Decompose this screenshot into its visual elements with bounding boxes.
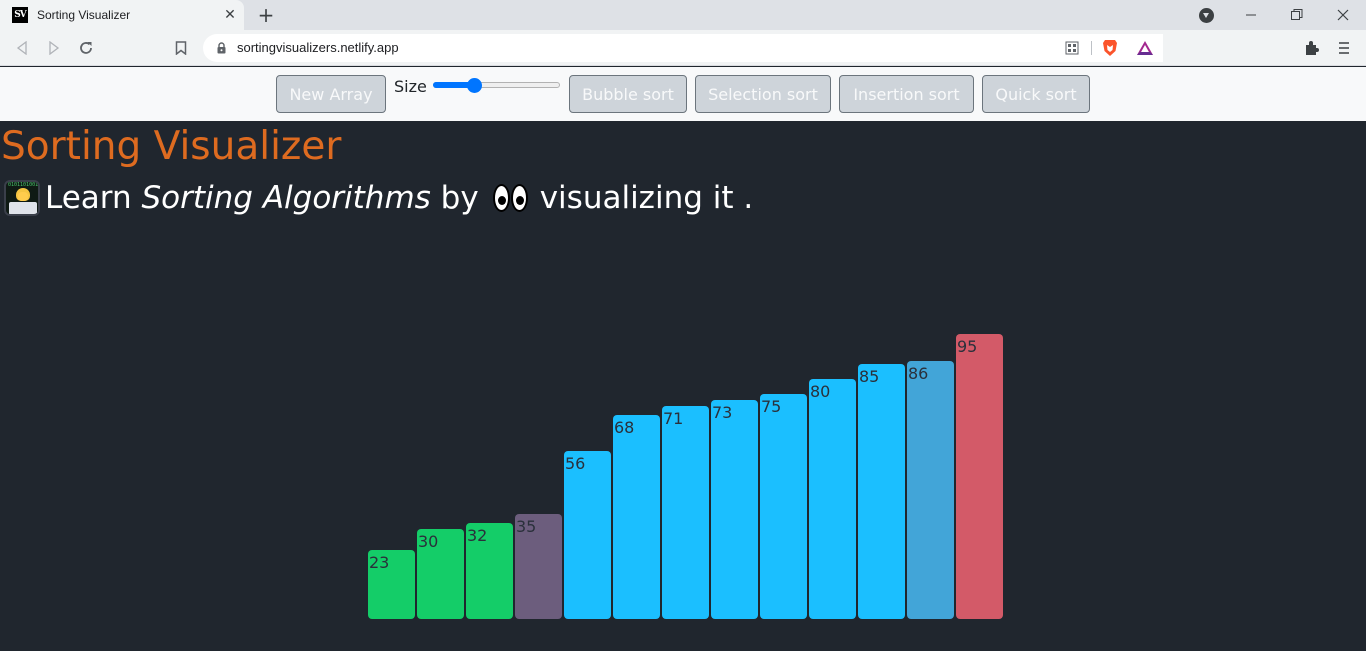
extensions-button[interactable] [1300, 36, 1324, 60]
site-favicon-icon: SV [12, 7, 28, 23]
bar-value-label: 35 [516, 517, 537, 536]
array-bar: 80 [809, 379, 856, 619]
lock-icon [217, 42, 226, 54]
array-bar: 86 [907, 361, 954, 619]
puzzle-icon [1306, 41, 1319, 55]
array-bar: 75 [760, 394, 807, 619]
minimize-icon [1246, 14, 1256, 16]
tab-search-icon[interactable] [1199, 8, 1214, 23]
array-bar: 95 [956, 334, 1003, 619]
array-bar: 71 [662, 406, 709, 619]
array-bar: 73 [711, 400, 758, 619]
address-bar[interactable]: sortingvisualizers.netlify.app [203, 34, 1163, 62]
tab-title: Sorting Visualizer [37, 8, 131, 22]
bar-value-label: 75 [761, 397, 782, 416]
close-icon [1337, 9, 1349, 21]
bar-value-label: 71 [663, 409, 684, 428]
bar-value-label: 68 [614, 418, 635, 437]
tab-close-icon[interactable]: ✕ [222, 7, 238, 23]
bar-value-label: 56 [565, 454, 586, 473]
menu-icon [1339, 42, 1349, 54]
reload-icon [80, 42, 92, 54]
bar-value-label: 30 [418, 532, 439, 551]
array-bar: 35 [515, 514, 562, 619]
menu-button[interactable] [1332, 36, 1356, 60]
reload-button[interactable] [74, 36, 98, 60]
back-button[interactable] [10, 36, 34, 60]
array-bar: 68 [613, 415, 660, 619]
array-bars-chart: 23 30 32 35 56 68 71 73 75 80 85 86 95 [0, 67, 1366, 651]
back-icon [16, 41, 27, 55]
array-bar: 32 [466, 523, 513, 619]
array-bar: 23 [368, 550, 415, 619]
forward-icon [49, 41, 60, 55]
close-window-button[interactable] [1320, 0, 1366, 30]
bar-value-label: 86 [908, 364, 929, 383]
bar-value-label: 23 [369, 553, 390, 572]
browser-tabstrip: SV Sorting Visualizer ✕ + [0, 0, 1366, 30]
brave-shields-icon[interactable] [1101, 39, 1119, 57]
restore-icon [1291, 9, 1303, 20]
browser-tab[interactable]: SV Sorting Visualizer ✕ [0, 0, 244, 30]
bar-value-label: 32 [467, 526, 488, 545]
browser-toolbar: sortingvisualizers.netlify.app [0, 30, 1366, 66]
bar-value-label: 95 [957, 337, 978, 356]
array-bar: 56 [564, 451, 611, 619]
url-text[interactable]: sortingvisualizers.netlify.app [237, 40, 399, 55]
array-bar: 85 [858, 364, 905, 619]
qr-code-icon[interactable] [1063, 39, 1081, 57]
minimize-button[interactable] [1228, 0, 1274, 30]
brave-rewards-icon[interactable] [1136, 39, 1154, 57]
omnibox-separator [1091, 41, 1092, 55]
bookmark-button[interactable] [169, 36, 193, 60]
bar-value-label: 80 [810, 382, 831, 401]
bookmark-icon [175, 41, 187, 55]
restore-button[interactable] [1274, 0, 1320, 30]
forward-button[interactable] [42, 36, 66, 60]
array-bar: 30 [417, 529, 464, 619]
page-content: New Array Size Bubble sort Selection sor… [0, 67, 1366, 651]
bar-value-label: 73 [712, 403, 733, 422]
new-tab-button[interactable]: + [256, 4, 276, 26]
bar-value-label: 85 [859, 367, 880, 386]
